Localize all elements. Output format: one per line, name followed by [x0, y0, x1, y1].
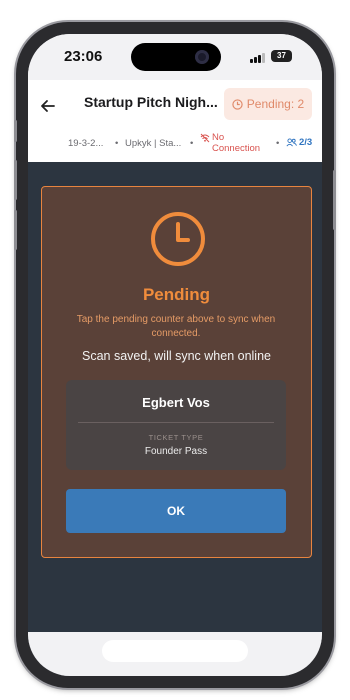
separator-dot: • [190, 138, 194, 149]
event-title: Startup Pitch Nigh... [84, 94, 218, 110]
separator-dot: • [276, 138, 280, 149]
dynamic-island [131, 43, 221, 71]
action-button [14, 120, 17, 142]
scan-message: Scan saved, will sync when online [82, 349, 271, 363]
battery-icon: 37 [271, 50, 292, 62]
ticket-type-label: TICKET TYPE [148, 433, 204, 442]
connection-status-line1: No [212, 132, 225, 143]
pending-counter-button[interactable]: Pending: 2 [224, 88, 312, 120]
signal-icon [250, 52, 266, 63]
wifi-off-icon [200, 133, 210, 143]
ticket-card: Egbert Vos TICKET TYPE Founder Pass [66, 380, 286, 470]
status-time: 23:06 [64, 48, 103, 65]
ticket-type-value: Founder Pass [144, 446, 208, 457]
event-meta-row: 19-3-2... • Upkyk | Sta... • No Connecti… [28, 132, 322, 156]
users-icon [286, 138, 297, 147]
divider [78, 422, 274, 423]
home-indicator[interactable] [102, 640, 248, 662]
attendee-name: Egbert Vos [142, 395, 210, 410]
camera-icon [195, 50, 209, 64]
scan-result-dialog: Pending Tap the pending counter above to… [41, 186, 312, 558]
pending-clock-icon [151, 212, 205, 266]
event-date: 19-3-2... [68, 138, 104, 149]
power-button [333, 170, 336, 230]
ok-button[interactable]: OK [66, 489, 286, 533]
separator-dot: • [115, 138, 119, 149]
pending-counter-label: Pending: 2 [246, 97, 305, 111]
back-arrow-icon[interactable] [38, 96, 58, 116]
app-header: Startup Pitch Nigh... Pending: 2 19-3-2.… [28, 80, 322, 162]
checkin-count: 2/3 [286, 137, 312, 148]
status-title: Pending [142, 285, 211, 304]
status-bar: 23:06 37 [28, 34, 322, 80]
app-screen: 23:06 37 Startup Pitch Nigh... Pending: … [28, 34, 322, 676]
clock-icon [232, 98, 243, 110]
connection-status: No Connection [200, 132, 260, 154]
checkin-count-value: 2/3 [299, 137, 313, 148]
sync-hint: Tap the pending counter above to sync wh… [76, 314, 276, 339]
connection-status-line2: Connection [212, 143, 261, 154]
volume-down-button [14, 210, 17, 250]
volume-up-button [14, 160, 17, 200]
event-venue: Upkyk | Sta... [125, 138, 182, 149]
